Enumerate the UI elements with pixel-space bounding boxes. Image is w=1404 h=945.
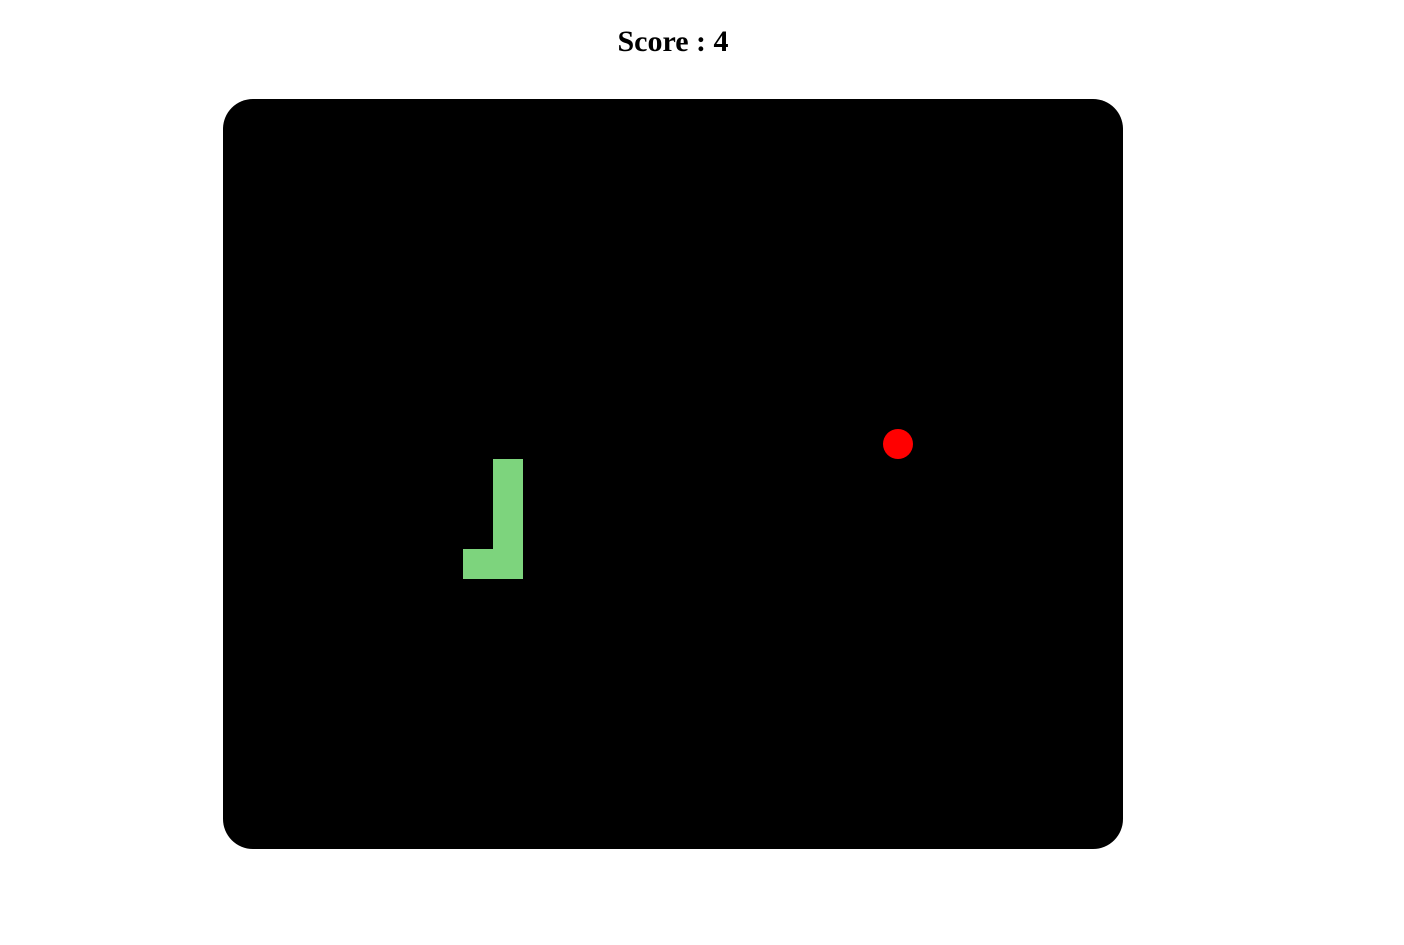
game-board[interactable] xyxy=(223,99,1123,849)
score-display: Score : 4 xyxy=(617,25,729,58)
food-apple xyxy=(883,429,913,459)
snake-segment xyxy=(493,519,523,549)
snake-segment xyxy=(493,489,523,519)
snake-head xyxy=(493,459,523,489)
snake-segment xyxy=(463,549,493,579)
snake-segment xyxy=(493,549,523,579)
